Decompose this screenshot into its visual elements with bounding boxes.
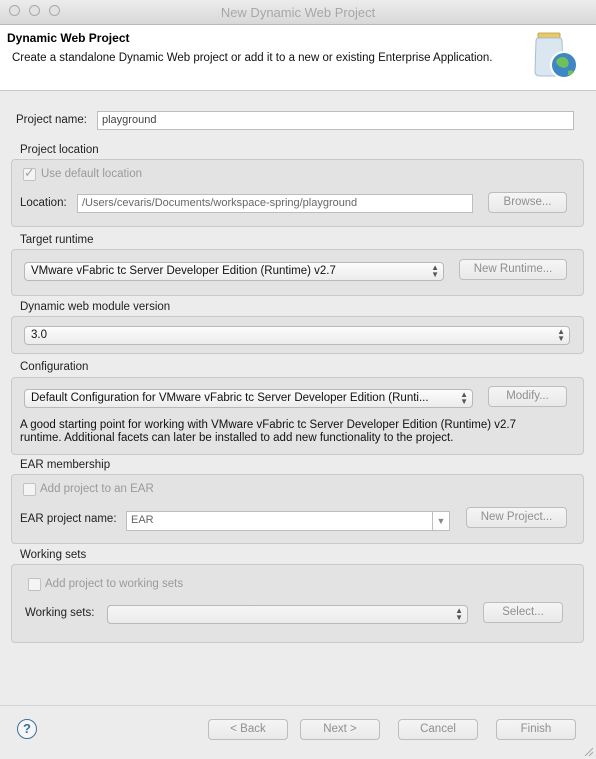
configuration-select[interactable]: Default Configuration for VMware vFabric… bbox=[24, 389, 473, 408]
use-default-location-label: Use default location bbox=[41, 168, 143, 180]
select-arrows-icon: ▲ ▼ bbox=[431, 263, 439, 279]
select-arrows-icon: ▲ ▼ bbox=[455, 606, 463, 622]
module-version-select[interactable]: 3.0 ▲ ▼ bbox=[24, 326, 570, 345]
dialog-window: New Dynamic Web Project Dynamic Web Proj… bbox=[0, 0, 596, 759]
resize-grip-icon[interactable] bbox=[583, 746, 593, 756]
select-arrows-icon: ▲ ▼ bbox=[557, 327, 565, 343]
working-sets-group-label: Working sets bbox=[20, 549, 87, 561]
location-input[interactable]: /Users/cevaris/Documents/workspace-sprin… bbox=[77, 194, 473, 213]
new-runtime-button[interactable]: New Runtime... bbox=[459, 259, 567, 280]
new-ear-project-button[interactable]: New Project... bbox=[466, 507, 567, 528]
modify-button[interactable]: Modify... bbox=[488, 386, 567, 407]
use-default-location-checkbox[interactable]: ✓ bbox=[23, 165, 36, 181]
configuration-description-line2: runtime. Additional facets can later be … bbox=[20, 432, 454, 444]
wizard-banner: Dynamic Web Project Create a standalone … bbox=[0, 25, 596, 91]
window-title: New Dynamic Web Project bbox=[220, 5, 376, 20]
location-label: Location: bbox=[20, 197, 67, 209]
target-runtime-value: VMware vFabric tc Server Developer Editi… bbox=[31, 265, 336, 277]
project-location-group-label: Project location bbox=[20, 144, 99, 156]
title-bar: New Dynamic Web Project bbox=[0, 0, 596, 25]
add-to-ear-label: Add project to an EAR bbox=[40, 483, 154, 495]
working-sets-select[interactable]: ▲ ▼ bbox=[107, 605, 468, 624]
working-sets-label: Working sets: bbox=[25, 607, 95, 619]
footer-separator bbox=[0, 705, 596, 706]
add-to-ear-checkbox[interactable] bbox=[23, 483, 36, 496]
select-working-sets-button[interactable]: Select... bbox=[483, 602, 563, 623]
next-button[interactable]: Next > bbox=[300, 719, 380, 740]
banner-description: Create a standalone Dynamic Web project … bbox=[12, 52, 493, 64]
banner-title: Dynamic Web Project bbox=[7, 31, 130, 45]
module-version-group-label: Dynamic web module version bbox=[20, 301, 171, 313]
checkmark-icon: ✓ bbox=[24, 165, 35, 180]
browse-button[interactable]: Browse... bbox=[488, 192, 567, 213]
add-to-working-sets-label: Add project to working sets bbox=[45, 578, 184, 590]
cancel-button[interactable]: Cancel bbox=[398, 719, 478, 740]
module-version-value: 3.0 bbox=[31, 329, 47, 341]
target-runtime-select[interactable]: VMware vFabric tc Server Developer Editi… bbox=[24, 262, 444, 281]
ear-dropdown-arrow-icon[interactable]: ▼ bbox=[432, 511, 450, 531]
ear-project-name-label: EAR project name: bbox=[20, 513, 117, 525]
help-icon[interactable]: ? bbox=[17, 719, 37, 739]
configuration-value: Default Configuration for VMware vFabric… bbox=[31, 392, 429, 404]
project-name-input[interactable]: playground bbox=[97, 111, 574, 130]
web-project-jar-globe-icon bbox=[534, 32, 578, 79]
select-arrows-icon: ▲ ▼ bbox=[460, 390, 468, 406]
project-name-label: Project name: bbox=[16, 114, 87, 126]
back-button[interactable]: < Back bbox=[208, 719, 288, 740]
ear-project-name-input[interactable]: EAR bbox=[126, 511, 433, 531]
target-runtime-group-label: Target runtime bbox=[20, 234, 94, 246]
configuration-group-label: Configuration bbox=[20, 361, 89, 373]
configuration-description-line1: A good starting point for working with V… bbox=[20, 419, 516, 431]
add-to-working-sets-checkbox[interactable] bbox=[28, 578, 41, 591]
ear-membership-group-label: EAR membership bbox=[20, 459, 111, 471]
finish-button[interactable]: Finish bbox=[496, 719, 576, 740]
